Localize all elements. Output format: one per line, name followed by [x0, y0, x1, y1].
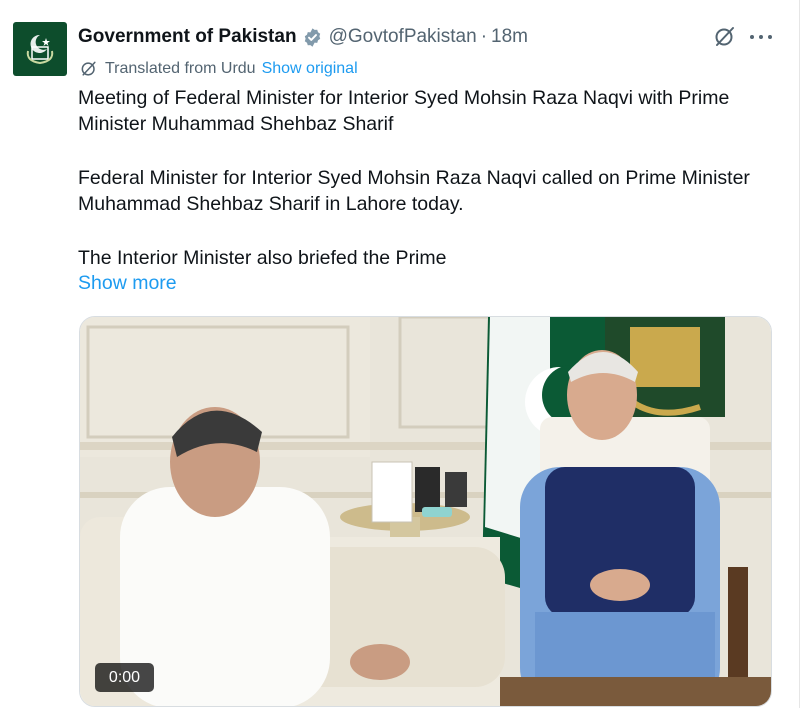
tweet-card[interactable]: Government of Pakistan @GovtofPakistan ·… — [0, 0, 800, 708]
translation-row: Translated from Urdu Show original — [79, 58, 358, 80]
translated-label: Translated from Urdu — [105, 60, 256, 77]
tweet-paragraph-3: The Interior Minister also briefed the P… — [78, 247, 447, 269]
handle[interactable]: @GovtofPakistan — [329, 26, 477, 48]
separator-dot: · — [480, 26, 488, 47]
translate-icon — [81, 61, 96, 76]
verified-badge-icon — [302, 27, 323, 48]
show-more-link[interactable]: Show more — [78, 272, 177, 295]
tweet-paragraph-2: Federal Minister for Interior Syed Mohsi… — [78, 167, 750, 215]
avatar[interactable] — [13, 22, 67, 76]
timestamp[interactable]: 18m — [491, 26, 528, 48]
more-options-icon[interactable] — [750, 27, 772, 47]
grok-icon[interactable] — [713, 25, 737, 49]
video-player[interactable] — [79, 316, 772, 707]
video-thumbnail — [80, 317, 771, 706]
video-duration-badge: 0:00 — [95, 663, 154, 692]
show-original-link[interactable]: Show original — [262, 60, 358, 78]
tweet-paragraph-1: Meeting of Federal Minister for Interior… — [78, 87, 730, 135]
display-name[interactable]: Government of Pakistan — [78, 26, 297, 48]
tweet-header: Government of Pakistan @GovtofPakistan ·… — [78, 24, 528, 50]
pakistan-emblem-icon — [26, 34, 54, 65]
